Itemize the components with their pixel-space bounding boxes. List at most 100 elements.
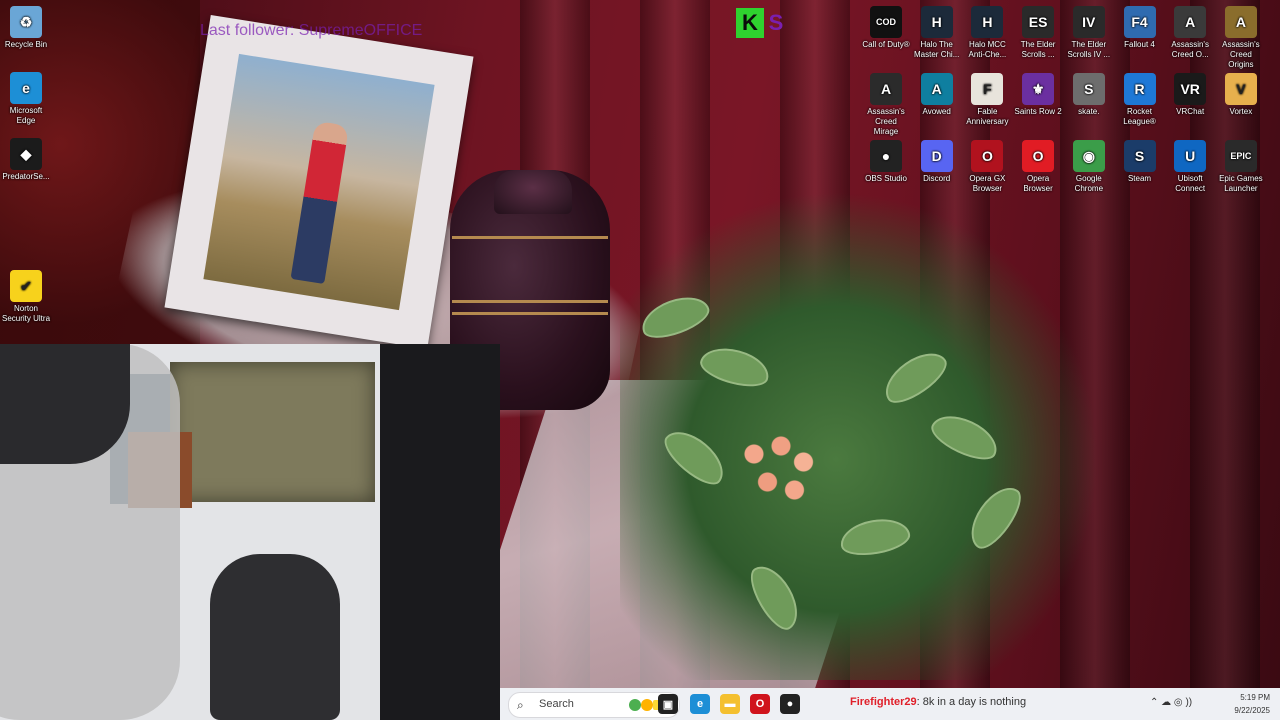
desktop-icon-vortex[interactable]: V Vortex [1217, 73, 1265, 117]
photo-person [290, 120, 350, 285]
taskbar: ⌕ Search ▣ e ▬ O ● Firefighter29: 8k in a da… [500, 688, 1280, 720]
desktop-icon-microsoft-edge[interactable]: e Microsoft Edge [2, 72, 50, 126]
obs-icon: ● [870, 140, 902, 172]
pink-flowers [736, 430, 826, 510]
taskbar-app-obs[interactable]: ● [780, 694, 800, 714]
desktop-icon-label: Vortex [1229, 107, 1253, 116]
desktop-icon-saints-row[interactable]: ⚜ Saints Row 2 [1014, 73, 1062, 117]
desktop-icon-halo-mcc-1[interactable]: H Halo The Master Chi... [913, 6, 961, 60]
desktop-icon-opera[interactable]: O Opera Browser [1014, 140, 1062, 194]
desktop-icon-recycle-bin[interactable]: ♻ Recycle Bin [2, 6, 50, 50]
taskbar-app-file-explorer[interactable]: ▬ [720, 694, 740, 714]
epic-games-icon: EPIC [1224, 140, 1257, 172]
kick-logo-s: S [768, 10, 784, 35]
search-placeholder: Search [539, 698, 574, 710]
opera-icon: O [1022, 140, 1055, 172]
rocket-league-icon: R [1123, 73, 1156, 105]
halo-icon: H [971, 6, 1004, 38]
desktop-icon-discord[interactable]: D Discord [913, 140, 961, 184]
desktop-icon-vrchat[interactable]: VR VRChat [1166, 73, 1214, 117]
desktop-icon-label: Norton Security Ultra [2, 304, 51, 323]
desktop-icon-predatorsense[interactable]: ◆ PredatorSe... [2, 138, 50, 182]
desktop-icon-label: The Elder Scrolls IV ... [1067, 40, 1111, 59]
taskbar-app-edge[interactable]: e [690, 694, 710, 714]
desktop-icon-label: Fallout 4 [1124, 40, 1155, 49]
urn-band [452, 312, 608, 315]
desktop-icon-label: Steam [1127, 174, 1152, 183]
webcam-shadow [0, 344, 130, 464]
taskbar-search[interactable]: ⌕ Search [508, 692, 680, 718]
webcam-feed [0, 344, 500, 720]
fable-icon: F [971, 73, 1004, 105]
desktop-icon-label: Avowed [922, 107, 951, 116]
saints-row-icon: ⚜ [1022, 73, 1055, 105]
desktop-icon-rocket-league[interactable]: R Rocket League® [1116, 73, 1164, 127]
desktop-icon-avowed[interactable]: A Avowed [913, 73, 961, 117]
fallout-icon: F4 [1123, 6, 1156, 38]
desktop-icon-label: Ubisoft Connect [1175, 174, 1206, 193]
obs-icon: ● [786, 698, 794, 710]
desktop-icon-elder-scrolls-4[interactable]: IV The Elder Scrolls IV ... [1065, 6, 1113, 60]
norton-icon: ✔ [10, 270, 42, 302]
webcam-door [380, 344, 500, 720]
desktop-icon-opera-gx[interactable]: O Opera GX Browser [963, 140, 1011, 194]
webcam-tapestry [170, 362, 375, 502]
desktop-icon-label: Assassin's Creed Origins [1222, 40, 1260, 69]
webcam-chair [210, 554, 340, 720]
desktop-icon-label: Call of Duty® [862, 40, 910, 49]
desktop-icon-ac-mirage[interactable]: A Assassin's Creed Mirage [862, 73, 910, 137]
halo-icon: H [920, 6, 953, 38]
desktop-icon-chrome[interactable]: ◉ Google Chrome [1065, 140, 1113, 194]
desktop-icon-label: Recycle Bin [4, 40, 48, 49]
discord-icon: D [920, 140, 953, 172]
desktop-icon-steam[interactable]: S Steam [1116, 140, 1164, 184]
desktop-icon-halo-mcc-2[interactable]: H Halo MCC Anti-Che... [963, 6, 1011, 60]
desktop-icon-label: Assassin's Creed Mirage [867, 107, 905, 136]
desktop-icon-fallout-4[interactable]: F4 Fallout 4 [1116, 6, 1164, 50]
opera-gx-icon: O [971, 140, 1004, 172]
ubisoft-icon: U [1174, 140, 1207, 172]
chat-text: : 8k in a day is nothing [916, 696, 1027, 708]
clock-time: 5:19 PM [1240, 693, 1270, 702]
desktop-icon-label: skate. [1078, 107, 1100, 116]
desktop-icon-label: Halo The Master Chi... [914, 40, 960, 59]
desktop-icon-ubisoft[interactable]: U Ubisoft Connect [1166, 140, 1214, 194]
desktop-icon-label: Rocket League® [1123, 107, 1156, 126]
clock-date: 9/22/2025 [1234, 706, 1270, 715]
desktop-icon-elder-scrolls-1[interactable]: ES The Elder Scrolls ... [1014, 6, 1062, 60]
folder-icon: ▬ [724, 698, 736, 710]
desktop-icon-call-of-duty[interactable]: COD Call of Duty® [862, 6, 910, 50]
desktop-icon-label: Microsoft Edge [9, 106, 43, 125]
desktop-icon-norton[interactable]: ✔ Norton Security Ultra [2, 270, 50, 324]
taskbar-clock[interactable]: 5:19 PM 9/22/2025 [1234, 691, 1270, 717]
desktop-icon-ac-odyssey[interactable]: A Assassin's Creed O... [1166, 6, 1214, 60]
desktop-icon-label: The Elder Scrolls ... [1020, 40, 1056, 59]
chrome-icon: ◉ [1072, 140, 1105, 172]
desktop-icon-label: Fable Anniversary [966, 107, 1009, 126]
steam-icon: S [1123, 140, 1156, 172]
desktop-icon-label: Opera GX Browser [969, 174, 1006, 193]
desktop-icon-epic[interactable]: EPIC Epic Games Launcher [1217, 140, 1265, 194]
system-tray[interactable]: ⌃ ☁ ◎ )) [1150, 697, 1192, 708]
stream-chat-message: Firefighter29: 8k in a day is nothing [850, 696, 1026, 708]
kick-logo: K S [736, 8, 792, 38]
desktop-icon-label: Assassin's Creed O... [1171, 40, 1209, 59]
edge-icon: e [696, 698, 704, 710]
desktop-icon-fable[interactable]: F Fable Anniversary [963, 73, 1011, 127]
desktop-icon-label: PredatorSe... [2, 172, 50, 181]
taskbar-app-task-view[interactable]: ▣ [658, 694, 678, 714]
desktop-icon-skate[interactable]: Sskate. [1065, 73, 1113, 117]
edge-icon: e [10, 72, 42, 104]
desktop-icon-label: Saints Row 2 [1014, 107, 1062, 116]
framed-photo [203, 53, 435, 311]
assassins-creed-icon: A [1174, 6, 1207, 38]
elder-scrolls-icon: ES [1022, 6, 1055, 38]
desktop-icon-label: Google Chrome [1074, 174, 1104, 193]
desktop-icon-obs[interactable]: ● OBS Studio [862, 140, 910, 184]
recycle-bin-icon: ♻ [10, 6, 42, 38]
desktop-icon-label: Epic Games Launcher [1219, 174, 1263, 193]
desktop-icon-ac-origins[interactable]: A Assassin's Creed Origins [1217, 6, 1265, 70]
taskbar-app-opera-gx[interactable]: O [750, 694, 770, 714]
predator-icon: ◆ [10, 138, 42, 170]
task-view-icon: ▣ [662, 698, 674, 711]
